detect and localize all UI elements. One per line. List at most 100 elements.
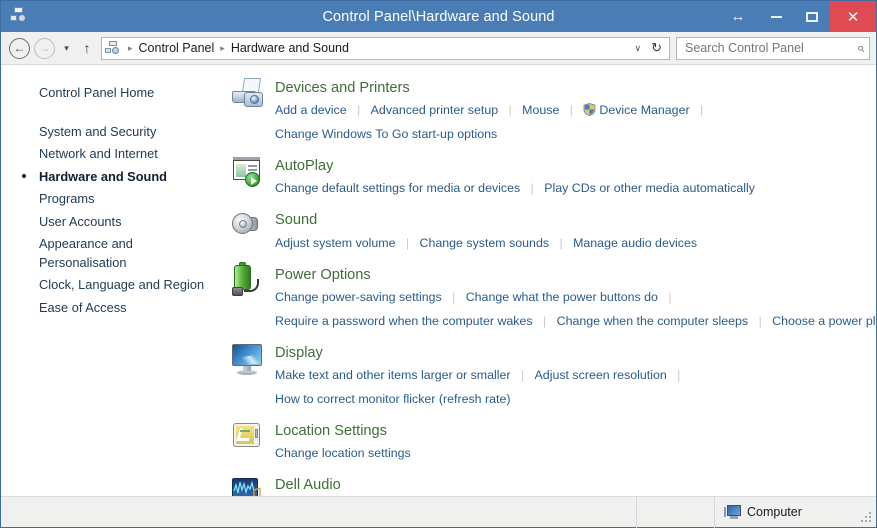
address-dropdown-icon[interactable]: ∨: [628, 43, 649, 54]
link-separator: |: [508, 103, 512, 118]
sidebar-item-network-and-internet[interactable]: Network and Internet: [1, 143, 223, 166]
link-separator: |: [758, 313, 762, 328]
forward-button[interactable]: →: [32, 36, 57, 61]
status-cell-right: Computer: [715, 497, 876, 528]
window-body: Control Panel Home System and Security N…: [1, 65, 876, 496]
link-separator: |: [357, 103, 361, 118]
sidebar-item-user-accounts[interactable]: User Accounts: [1, 211, 223, 234]
sidebar-item-programs[interactable]: Programs: [1, 188, 223, 211]
uac-shield-icon: [583, 103, 596, 117]
category-title[interactable]: Display: [275, 344, 323, 362]
window-controls: ↔ ✕: [718, 1, 876, 32]
category-title[interactable]: Power Options: [275, 266, 371, 284]
link-how-to-correct-monitor-flicker[interactable]: How to correct monitor flicker (refresh …: [275, 392, 510, 406]
status-bar: Computer: [1, 496, 876, 528]
link-row: Make text and other items larger or smal…: [275, 363, 866, 387]
link-separator: |: [520, 368, 525, 383]
link-row: Change power-saving settings | Change wh…: [275, 285, 866, 309]
speaker-icon: [230, 210, 272, 250]
link-device-manager[interactable]: Device Manager: [599, 103, 689, 117]
link-manage-audio-devices[interactable]: Manage audio devices: [573, 236, 697, 250]
link-row: Change Windows To Go start-up options: [275, 122, 866, 146]
link-change-location-settings[interactable]: Change location settings: [275, 446, 411, 460]
navigation-toolbar: ← → ▾ ↑ ▸ Control Panel ▸ Hardware and S…: [1, 32, 876, 65]
control-panel-window: Control Panel\Hardware and Sound ↔ ✕ ← →…: [0, 0, 877, 528]
breadcrumb-item-hardware-and-sound[interactable]: Hardware and Sound: [229, 41, 351, 55]
sidebar-item-ease-of-access[interactable]: Ease of Access: [1, 297, 223, 320]
link-change-when-the-computer-sleeps[interactable]: Change when the computer sleeps: [557, 314, 749, 328]
sidebar-item-appearance-and-personalisation[interactable]: Appearance and Personalisation: [1, 233, 223, 274]
category-autoplay: AutoPlay Change default settings for med…: [230, 156, 866, 200]
sidebar-item-system-and-security[interactable]: System and Security: [1, 121, 223, 144]
battery-plug-icon: [230, 261, 272, 305]
close-button[interactable]: ✕: [830, 1, 876, 32]
category-title[interactable]: AutoPlay: [275, 157, 333, 175]
sidebar-item-hardware-and-sound[interactable]: Hardware and Sound: [1, 166, 223, 189]
link-advanced-printer-setup[interactable]: Advanced printer setup: [371, 103, 498, 117]
category-power-options: Power Options Change power-saving settin…: [230, 261, 876, 333]
link-require-a-password-when-the-computer-wakes[interactable]: Require a password when the computer wak…: [275, 314, 533, 328]
link-row: Add a device | Advanced printer setup | …: [275, 98, 866, 122]
autoplay-icon: [230, 156, 272, 196]
search-box[interactable]: Search Control Panel ⌕: [676, 36, 870, 60]
title-bar: Control Panel\Hardware and Sound ↔ ✕: [1, 1, 876, 32]
resize-grip[interactable]: [861, 512, 873, 524]
category-title[interactable]: Location Settings: [275, 422, 387, 440]
link-row: Change default settings for media or dev…: [275, 176, 866, 200]
category-title[interactable]: Sound: [275, 211, 317, 229]
computer-icon: [724, 504, 742, 520]
link-change-default-settings-for-media-or-devices[interactable]: Change default settings for media or dev…: [275, 181, 520, 195]
search-input[interactable]: Search Control Panel: [685, 41, 857, 55]
link-row: Change location settings: [275, 441, 866, 465]
breadcrumb-separator-icon: ▸: [128, 42, 133, 53]
link-adjust-screen-resolution[interactable]: Adjust screen resolution: [535, 368, 667, 382]
link-adjust-system-volume[interactable]: Adjust system volume: [275, 236, 396, 250]
link-row: Require a password when the computer wak…: [275, 309, 876, 333]
link-change-system-sounds[interactable]: Change system sounds: [420, 236, 550, 250]
gps-device-icon: [230, 421, 272, 461]
link-separator: |: [543, 313, 547, 328]
breadcrumb-item-control-panel[interactable]: Control Panel: [137, 41, 217, 55]
category-title[interactable]: Dell Audio: [275, 476, 341, 494]
refresh-icon[interactable]: ↻: [648, 40, 667, 56]
history-dropdown-icon[interactable]: ▾: [57, 36, 76, 61]
link-play-cds-or-other-media-automatically[interactable]: Play CDs or other media automatically: [544, 181, 755, 195]
sidebar-item-control-panel-home[interactable]: Control Panel Home: [1, 82, 223, 105]
link-choose-a-power-plan[interactable]: Choose a power plan: [772, 314, 876, 328]
category-display: Display Make text and other items larger…: [230, 343, 866, 411]
monitor-icon: [230, 343, 272, 383]
link-separator: |: [677, 368, 681, 383]
status-cell-left: [1, 496, 637, 528]
category-devices-and-printers: Devices and Printers Add a device | Adva…: [230, 78, 866, 146]
category-title[interactable]: Devices and Printers: [275, 79, 410, 97]
sidebar-item-clock-language-and-region[interactable]: Clock, Language and Region: [1, 274, 223, 297]
search-icon: ⌕: [856, 40, 864, 55]
dell-audio-icon: [230, 475, 272, 496]
minimize-button[interactable]: [758, 1, 794, 32]
link-change-what-the-power-buttons-do[interactable]: Change what the power buttons do: [466, 290, 658, 304]
link-change-windows-to-go-start-up-options[interactable]: Change Windows To Go start-up options: [275, 127, 497, 141]
maximize-button[interactable]: [794, 1, 830, 32]
link-make-text-and-other-items-larger-or-smaller[interactable]: Make text and other items larger or smal…: [275, 368, 511, 382]
address-bar[interactable]: ▸ Control Panel ▸ Hardware and Sound ∨ ↻: [101, 36, 670, 60]
status-cell-middle: [637, 496, 715, 528]
link-separator: |: [700, 103, 704, 118]
breadcrumb-separator-icon: ▸: [220, 42, 225, 53]
link-separator: |: [668, 289, 672, 304]
link-separator: |: [452, 289, 456, 304]
sidebar: Control Panel Home System and Security N…: [1, 65, 223, 496]
link-separator: |: [569, 103, 573, 118]
back-button[interactable]: ←: [7, 36, 32, 61]
category-dell-audio: Dell Audio: [230, 475, 866, 496]
link-separator: |: [530, 181, 534, 196]
resize-arrow-button[interactable]: ↔: [718, 1, 758, 32]
content-area: Devices and Printers Add a device | Adva…: [223, 65, 876, 496]
control-panel-icon: [10, 6, 30, 27]
link-change-power-saving-settings[interactable]: Change power-saving settings: [275, 290, 442, 304]
link-row: How to correct monitor flicker (refresh …: [275, 387, 866, 411]
link-mouse[interactable]: Mouse: [522, 103, 559, 117]
link-separator: |: [405, 235, 410, 250]
up-button[interactable]: ↑: [76, 36, 98, 61]
breadcrumb-control-panel-icon: [105, 40, 122, 56]
link-add-a-device[interactable]: Add a device: [275, 103, 347, 117]
